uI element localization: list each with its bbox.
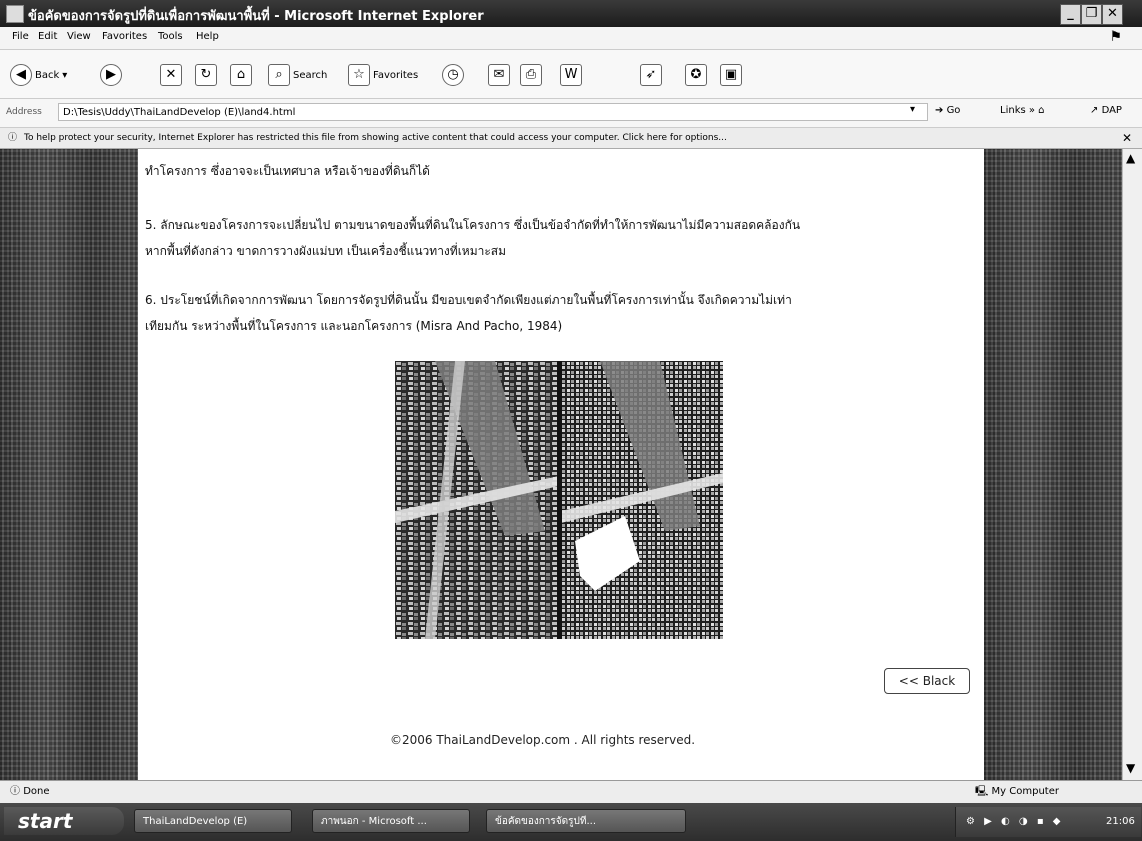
menu-edit[interactable]: Edit	[38, 31, 57, 42]
research-icon: ✪	[685, 64, 707, 86]
edit-word-icon: W	[560, 64, 582, 86]
forward-button[interactable]: ▶	[100, 64, 122, 86]
taskbar-item-word[interactable]: ภาพนอก - Microsoft ...	[312, 809, 470, 833]
research-button[interactable]: ✪	[685, 64, 707, 86]
home-button[interactable]: ⌂	[230, 64, 252, 86]
media-button[interactable]: ▣	[720, 64, 742, 86]
chevron-down-icon: ▾	[62, 69, 68, 81]
menu-tools[interactable]: Tools	[158, 31, 183, 42]
favorites-button[interactable]: ☆ Favorites	[348, 64, 418, 86]
scroll-up-icon[interactable]: ▲	[1126, 151, 1135, 165]
ie-page-icon	[6, 5, 24, 23]
favorites-label: Favorites	[373, 69, 419, 81]
maximize-button[interactable]: ❐	[1081, 4, 1102, 25]
paragraph-continuation: ทำโครงการ ซึ่งอาจจะเป็นเทศบาล หรือเจ้าขอ…	[145, 164, 430, 178]
status-done: ⓘ Done	[10, 786, 50, 797]
paragraph-5-line-1: 5. ลักษณะของโครงการจะเปลี่ยนไป ตามขนาดขอ…	[145, 218, 801, 232]
window-title: ข้อคัดของการจัดรูปที่ดินเพื่อการพัฒนาพื้…	[28, 9, 484, 24]
security-zone-label: My Computer	[991, 786, 1059, 797]
address-input[interactable]: D:\Tesis\Uddy\ThaiLandDevelop (E)\land4.…	[58, 103, 928, 121]
history-button[interactable]: ◷	[442, 64, 464, 86]
messenger-button[interactable]: ➶	[640, 64, 662, 86]
clock: 21:06	[1106, 816, 1135, 827]
forward-arrow-icon: ▶	[100, 64, 122, 86]
messenger-icon: ➶	[640, 64, 662, 86]
menu-bar: File Edit View Favorites Tools Help ⚑	[0, 27, 1142, 50]
stop-button[interactable]: ✕	[160, 64, 182, 86]
print-icon: ⎙	[520, 64, 542, 86]
search-button[interactable]: ⌕ Search	[268, 64, 327, 86]
go-label: Go	[946, 105, 961, 116]
info-bar-close-icon[interactable]: ✕	[1122, 128, 1132, 148]
stop-icon: ✕	[160, 64, 182, 86]
scroll-down-icon[interactable]: ▼	[1126, 761, 1135, 775]
toolbar: ◀ Back ▾ ▶ ✕ ↻ ⌂ ⌕ Search ☆ Favorites ◷ …	[0, 50, 1142, 99]
paragraph-5-line-2: หากพื้นที่ดังกล่าว ขาดการวางผังแม่บท เป็…	[145, 244, 507, 258]
left-decorative-panel	[0, 149, 138, 780]
security-zone: 🖳 My Computer	[975, 786, 1059, 797]
title-bar: ข้อคัดของการจัดรูปที่ดินเพื่อการพัฒนาพื้…	[0, 0, 1142, 27]
tray-icons[interactable]: ⚙ ▶ ◐ ◑ ▪ ◆	[966, 807, 1063, 837]
taskbar-item-ie[interactable]: ข้อคัดของการจัดรูปที...	[486, 809, 686, 833]
edit-button[interactable]: W	[560, 64, 582, 86]
search-label: Search	[293, 69, 328, 81]
home-icon: ⌂	[230, 64, 252, 86]
right-decorative-panel	[984, 149, 1122, 780]
refresh-button[interactable]: ↻	[195, 64, 217, 86]
links-label: Links	[1000, 105, 1026, 116]
refresh-icon: ↻	[195, 64, 217, 86]
info-bar-message[interactable]: To help protect your security, Internet …	[24, 128, 727, 148]
page-content: ทำโครงการ ซึ่งอาจจะเป็นเทศบาล หรือเจ้าขอ…	[0, 149, 1122, 780]
dap-button[interactable]: ↗ DAP	[1090, 105, 1122, 116]
menu-file[interactable]: File	[12, 31, 29, 42]
menu-favorites[interactable]: Favorites	[102, 31, 147, 42]
status-bar: ⓘ Done 🖳 My Computer	[0, 780, 1142, 803]
media-icon: ▣	[720, 64, 742, 86]
print-button[interactable]: ⎙	[520, 64, 542, 86]
back-button[interactable]: ◀ Back ▾	[10, 64, 67, 86]
close-button[interactable]: ✕	[1102, 4, 1123, 25]
address-bar: Address D:\Tesis\Uddy\ThaiLandDevelop (E…	[0, 99, 1142, 128]
aerial-photo-comparison	[395, 361, 723, 639]
address-label: Address	[6, 107, 42, 117]
minimize-button[interactable]: _	[1060, 4, 1081, 25]
aerial-photo-image	[395, 361, 723, 639]
menu-view[interactable]: View	[67, 31, 91, 42]
mail-button[interactable]: ✉	[488, 64, 510, 86]
history-icon: ◷	[442, 64, 464, 86]
search-icon: ⌕	[268, 64, 290, 86]
go-button[interactable]: ➔ Go	[935, 105, 960, 116]
back-arrow-icon: ◀	[10, 64, 32, 86]
vertical-scrollbar[interactable]: ▲ ▼	[1122, 149, 1142, 780]
taskbar: start ThaiLandDevelop (E) ภาพนอก - Micro…	[0, 803, 1142, 841]
status-done-label: Done	[23, 786, 50, 797]
info-icon: ⓘ	[8, 133, 18, 143]
security-info-bar[interactable]: ⓘ To help protect your security, Interne…	[0, 128, 1142, 149]
taskbar-item-thailanddevelop[interactable]: ThaiLandDevelop (E)	[134, 809, 292, 833]
system-tray: ⚙ ▶ ◐ ◑ ▪ ◆ 21:06	[955, 807, 1141, 837]
dap-label: DAP	[1101, 105, 1122, 116]
mail-icon: ✉	[488, 64, 510, 86]
back-label: Back	[35, 69, 60, 81]
start-button[interactable]: start	[4, 807, 124, 835]
menu-help[interactable]: Help	[196, 31, 219, 42]
back-link-button[interactable]: << Black	[884, 668, 970, 694]
address-dropdown-icon[interactable]: ▾	[910, 104, 915, 115]
paragraph-6-line-1: 6. ประโยชน์ที่เกิดจากการพัฒนา โดยการจัดร…	[145, 293, 792, 307]
copyright-footer: ©2006 ThaiLandDevelop.com . All rights r…	[390, 733, 696, 747]
paragraph-6-line-2: เทียมกัน ระหว่างพื้นที่ในโครงการ และนอกโ…	[145, 319, 563, 333]
favorites-star-icon: ☆	[348, 64, 370, 86]
windows-logo-icon: ⚑	[1109, 29, 1122, 45]
links-button[interactable]: Links » ⌂	[1000, 105, 1045, 116]
